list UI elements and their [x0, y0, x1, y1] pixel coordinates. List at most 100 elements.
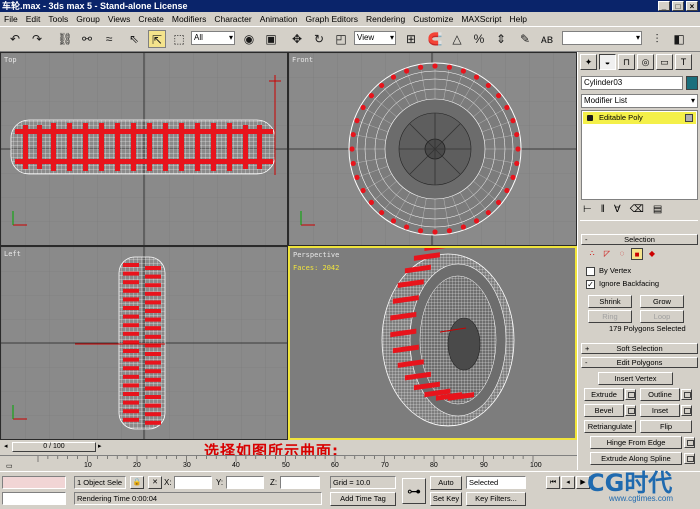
retriangulate-button[interactable]: Retriangulate [584, 420, 636, 433]
x-coordinate-field[interactable] [174, 476, 212, 489]
menu-customize[interactable]: Customize [409, 12, 457, 26]
modifier-list-dropdown[interactable]: Modifier List [581, 94, 698, 108]
menu-rendering[interactable]: Rendering [362, 12, 409, 26]
menu-create[interactable]: Create [134, 12, 168, 26]
make-unique-icon[interactable]: ∀ [614, 204, 621, 215]
undo-icon[interactable]: ↶ [6, 30, 24, 48]
add-time-tag-button[interactable]: Add Time Tag [330, 492, 396, 506]
angle-snap-icon[interactable]: △ [448, 30, 466, 48]
inset-settings-button[interactable] [681, 405, 692, 416]
select-and-move-icon[interactable]: ◉ [240, 30, 258, 48]
grow-button[interactable]: Grow [640, 295, 684, 308]
ring-button[interactable]: Ring [588, 310, 632, 323]
configure-modifier-sets-icon[interactable]: ▤ [653, 204, 662, 215]
outline-button[interactable]: Outline [640, 388, 680, 401]
named-selection-sets-dropdown[interactable] [562, 31, 642, 45]
bevel-button[interactable]: Bevel [584, 404, 624, 417]
bind-space-warp-icon[interactable]: ≈ [100, 30, 118, 48]
menu-character[interactable]: Character [210, 12, 255, 26]
border-mode-icon[interactable]: ◌ [616, 248, 628, 260]
extrude-settings-button[interactable] [625, 389, 636, 400]
rotate-icon[interactable]: ↻ [310, 30, 328, 48]
hinge-settings-button[interactable] [684, 437, 695, 448]
key-icon[interactable]: ⊶ [402, 478, 426, 504]
track-bar[interactable]: ▭ 10 20 30 40 50 60 70 80 90 100 [0, 455, 577, 471]
soft-selection-rollout-header[interactable]: + Soft Selection [581, 343, 698, 354]
y-coordinate-field[interactable] [226, 476, 264, 489]
mirror-icon[interactable]: ᴀʙ [538, 30, 556, 48]
absolute-mode-icon[interactable]: ✕ [148, 476, 162, 489]
inset-button[interactable]: Inset [640, 404, 680, 417]
modify-tab-icon[interactable]: ◒ [599, 54, 616, 70]
edge-mode-icon[interactable]: ◸ [601, 248, 613, 260]
menu-tools[interactable]: Tools [44, 12, 72, 26]
outline-settings-button[interactable] [681, 389, 692, 400]
window-crossing-icon[interactable]: ▣ [262, 30, 280, 48]
scale-icon[interactable]: ◰ [332, 30, 350, 48]
menu-edit[interactable]: Edit [22, 12, 45, 26]
menu-animation[interactable]: Animation [256, 12, 302, 26]
menu-graph-editors[interactable]: Graph Editors [302, 12, 362, 26]
edit-polygons-rollout-header[interactable]: - Edit Polygons [581, 357, 698, 368]
align-icon[interactable]: ◧ [670, 30, 688, 48]
menu-maxscript[interactable]: MAXScript [457, 12, 505, 26]
viewport-perspective[interactable]: Perspective Faces: 2042 [288, 246, 577, 440]
prev-key-icon[interactable]: ◂ [561, 476, 575, 489]
stack-item-editable-poly[interactable]: Editable Poly [583, 112, 696, 124]
prev-frame-icon[interactable]: ◂ [4, 442, 8, 450]
maxscript-listener-mini[interactable] [2, 476, 66, 489]
utilities-tab-icon[interactable]: T [675, 54, 692, 70]
move-icon[interactable]: ✥ [288, 30, 306, 48]
mirror-tool-icon[interactable]: ⫶ [648, 30, 666, 48]
viewport-top[interactable]: Top [0, 52, 288, 246]
hierarchy-tab-icon[interactable]: ⊓ [618, 54, 635, 70]
lock-selection-icon[interactable]: 🔒 [130, 476, 144, 489]
maximize-button[interactable]: □ [672, 1, 684, 11]
create-tab-icon[interactable]: ✦ [580, 54, 597, 70]
select-by-name-icon[interactable]: ⇱ [148, 30, 166, 48]
pivot-center-icon[interactable]: ⊞ [402, 30, 420, 48]
show-end-result-icon[interactable]: ‖ [601, 204, 605, 215]
close-button[interactable]: × [686, 1, 698, 11]
insert-vertex-button[interactable]: Insert Vertex [598, 372, 673, 385]
by-vertex-box[interactable] [586, 266, 595, 276]
go-to-start-icon[interactable]: ⏮ [546, 476, 560, 489]
spinner-snap-icon[interactable]: ⇕ [492, 30, 510, 48]
redo-icon[interactable]: ↷ [28, 30, 46, 48]
selection-rollout-header[interactable]: - Selection [581, 234, 698, 245]
sub-object-icon[interactable] [685, 114, 693, 122]
viewport-front[interactable]: Front [288, 52, 577, 246]
flip-button[interactable]: Flip [640, 420, 692, 433]
menu-modifiers[interactable]: Modifiers [168, 12, 210, 26]
remove-modifier-icon[interactable]: ⌫ [630, 204, 644, 215]
bevel-settings-button[interactable] [625, 405, 636, 416]
unlink-icon[interactable]: ⚯ [78, 30, 96, 48]
menu-help[interactable]: Help [506, 12, 531, 26]
polygon-mode-icon[interactable]: ■ [631, 248, 643, 260]
time-slider[interactable]: 0 / 100 [12, 442, 96, 452]
object-name-field[interactable]: Cylinder03 [581, 76, 683, 90]
menu-group[interactable]: Group [72, 12, 104, 26]
display-tab-icon[interactable]: ▭ [656, 54, 673, 70]
hinge-from-edge-button[interactable]: Hinge From Edge [590, 436, 682, 449]
ignore-backfacing-checkbox[interactable]: ✓ Ignore Backfacing [586, 279, 659, 289]
menu-views[interactable]: Views [104, 12, 135, 26]
viewport-left[interactable]: Left [0, 246, 288, 440]
object-color-swatch[interactable] [686, 76, 698, 90]
loop-button[interactable]: Loop [640, 310, 684, 323]
key-mode-dropdown[interactable]: Selected [466, 476, 526, 489]
element-mode-icon[interactable]: ◆ [646, 248, 658, 260]
extrude-button[interactable]: Extrude [584, 388, 624, 401]
named-selection-icon[interactable]: ✎ [516, 30, 534, 48]
lightbulb-icon[interactable] [587, 115, 593, 121]
snap-toggle-icon[interactable]: 🧲 [426, 30, 444, 48]
menu-file[interactable]: File [0, 12, 22, 26]
reference-coordinate-dropdown[interactable]: View [354, 31, 396, 45]
ignore-backfacing-box[interactable]: ✓ [586, 279, 595, 289]
minimize-button[interactable]: _ [658, 1, 670, 11]
motion-tab-icon[interactable]: ◎ [637, 54, 654, 70]
set-key-button[interactable]: Set Key [430, 492, 462, 506]
region-select-icon[interactable]: ⬚ [170, 30, 188, 48]
z-coordinate-field[interactable] [280, 476, 320, 489]
key-filters-button[interactable]: Key Filters... [466, 492, 526, 506]
